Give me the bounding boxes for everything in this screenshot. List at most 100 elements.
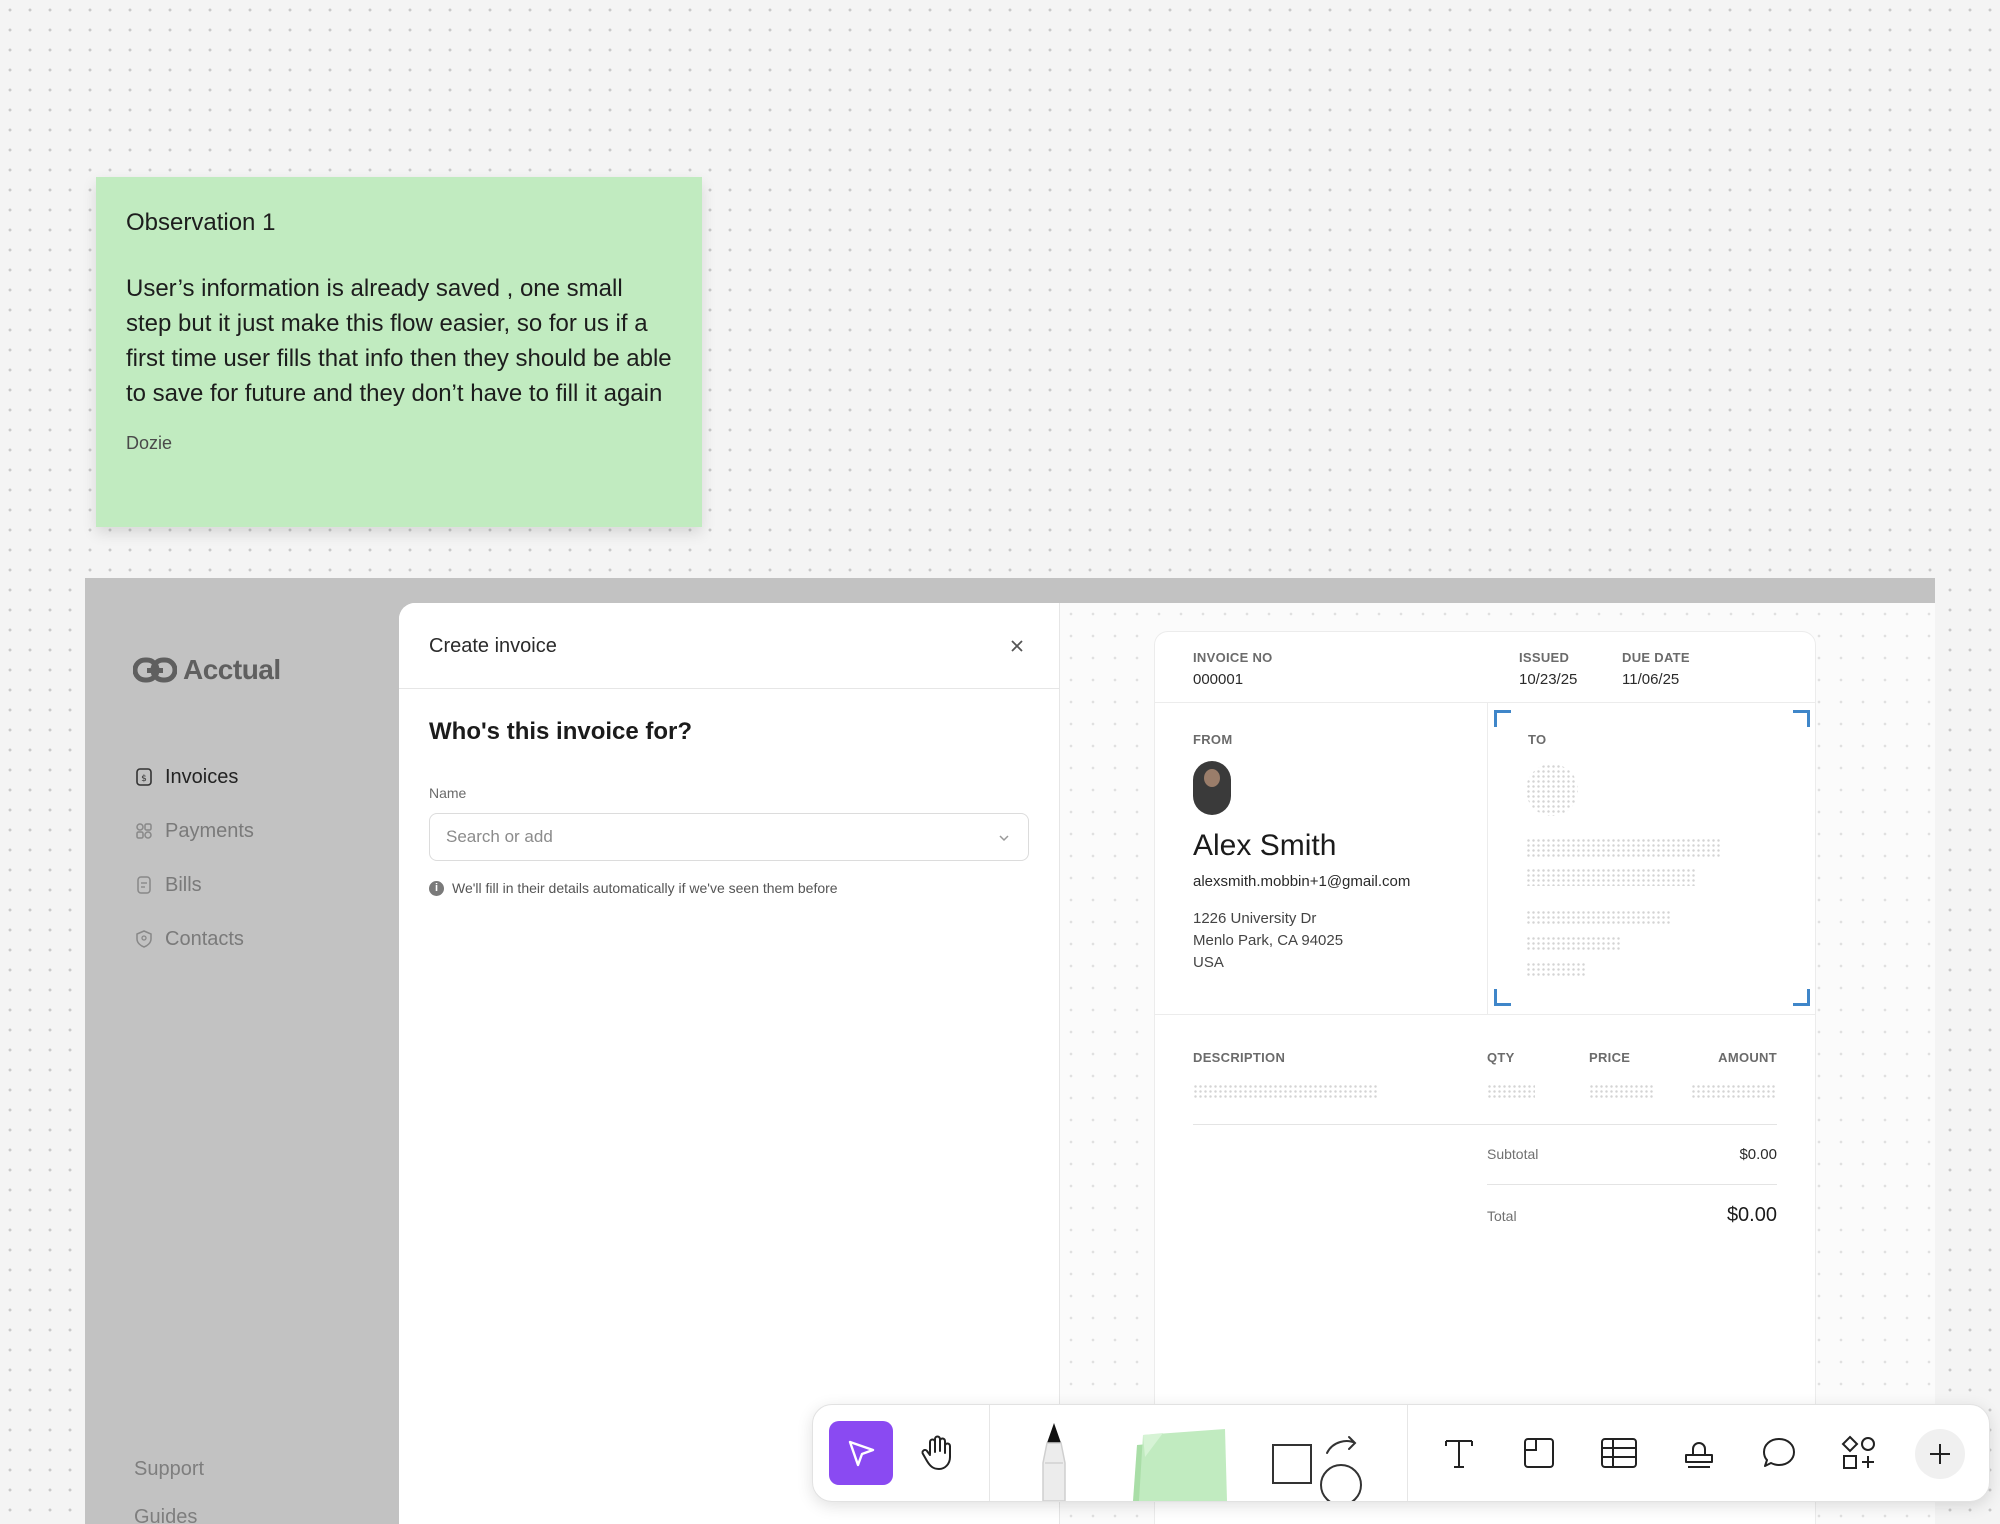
info-icon: i [429, 880, 444, 896]
total-label: Total [1487, 1208, 1517, 1224]
placeholder-line [1526, 910, 1670, 926]
placeholder-line [1526, 936, 1622, 952]
column-header-description: DESCRIPTION [1193, 1050, 1286, 1065]
sidebar-item-label: Contacts [165, 927, 244, 950]
due-value: 11/06/25 [1622, 671, 1680, 688]
create-invoice-modal: Create invoice Who's this invoice for? N… [399, 603, 1935, 1524]
due-date: DUE DATE 11/06/25 [1622, 650, 1690, 688]
form-question: Who's this invoice for? [429, 718, 693, 745]
to-block[interactable]: TO [1487, 702, 1816, 1014]
select-tool[interactable] [829, 1421, 893, 1485]
issued-value: 10/23/25 [1519, 671, 1578, 688]
invoice-preview-pane: INVOICE NO 000001 ISSUED 10/23/25 DUE DA… [1060, 603, 1935, 1524]
modal-title: Create invoice [429, 635, 557, 657]
invoice-number: INVOICE NO 000001 [1193, 650, 1273, 688]
close-icon[interactable] [1009, 637, 1025, 653]
invoice-document: INVOICE NO 000001 ISSUED 10/23/25 DUE DA… [1154, 631, 1816, 1524]
selection-corner [1494, 989, 1511, 1006]
due-label: DUE DATE [1622, 650, 1690, 665]
marker-icon [1042, 1423, 1066, 1501]
subtotal-value: $0.00 [1739, 1146, 1777, 1163]
name-search-input[interactable]: Search or add [429, 813, 1029, 861]
widgets-tool[interactable] [1827, 1421, 1891, 1485]
to-label: TO [1528, 732, 1547, 747]
sidebar-item-contacts[interactable]: Contacts [135, 912, 254, 966]
sticky-title: Observation 1 [126, 209, 276, 236]
from-address: 1226 University Dr Menlo Park, CA 94025 … [1193, 908, 1410, 974]
pen-tool[interactable] [1019, 1419, 1089, 1501]
selection-corner [1494, 710, 1511, 727]
sticky-note-icon [1133, 1429, 1227, 1501]
sidebar-item-bills[interactable]: Bills [135, 858, 254, 912]
autofill-hint: i We'll fill in their details automatica… [429, 880, 838, 896]
sidebar-support-link[interactable]: Support [134, 1458, 204, 1481]
widgets-icon [1841, 1435, 1875, 1469]
sidebar-item-payments[interactable]: Payments [135, 804, 254, 858]
name-placeholder: Search or add [446, 827, 553, 846]
plus-icon [1930, 1444, 1950, 1464]
placeholder-line [1487, 1084, 1535, 1100]
chevron-down-icon [998, 827, 1010, 847]
from-name: Alex Smith [1193, 829, 1337, 862]
issued-date: ISSUED 10/23/25 [1519, 650, 1577, 688]
total-value: $0.00 [1726, 1204, 1777, 1226]
bills-icon [135, 876, 153, 894]
address-line: 1226 University Dr [1193, 910, 1317, 927]
placeholder-line [1193, 1084, 1377, 1100]
payments-icon [135, 822, 153, 840]
text-tool[interactable] [1427, 1421, 1491, 1485]
hand-icon [921, 1435, 951, 1470]
selection-corner [1793, 989, 1810, 1006]
hint-text: We'll fill in their details automaticall… [452, 880, 838, 896]
sticky-note[interactable]: Observation 1 User’s information is alre… [96, 177, 702, 527]
selection-corner [1793, 710, 1810, 727]
sidebar-item-invoices[interactable]: $ Invoices [135, 750, 254, 804]
name-label: Name [429, 785, 467, 801]
invoice-meta: INVOICE NO 000001 ISSUED 10/23/25 DUE DA… [1155, 632, 1815, 703]
modal-header: Create invoice [399, 603, 1059, 689]
sidebar-nav: $ Invoices Payments Bills Contacts [135, 750, 254, 966]
from-email: alexsmith.mobbin+1@gmail.com [1193, 873, 1411, 890]
column-header-qty: QTY [1487, 1050, 1515, 1065]
section-icon [1524, 1438, 1554, 1468]
toolbar-separator [989, 1405, 990, 1501]
comment-tool[interactable] [1747, 1421, 1811, 1485]
from-label: FROM [1193, 732, 1233, 747]
table-icon [1601, 1438, 1637, 1468]
sticky-author: Dozie [126, 433, 173, 453]
avatar [1193, 761, 1231, 815]
cursor-icon [848, 1440, 875, 1467]
placeholder-avatar [1526, 764, 1578, 816]
table-tool[interactable] [1587, 1421, 1651, 1485]
invoice-number-label: INVOICE NO [1193, 650, 1273, 665]
hand-tool[interactable] [905, 1421, 969, 1485]
column-header-amount: AMOUNT [1718, 1050, 1777, 1065]
app-screenshot[interactable]: Acctual $ Invoices Payments Bills Contac… [85, 578, 1935, 1524]
invoice-icon: $ [135, 768, 153, 786]
shape-tool[interactable] [1267, 1431, 1367, 1501]
placeholder-line [1526, 962, 1586, 978]
sticky-note-tool[interactable] [1123, 1423, 1233, 1501]
divider [1487, 1184, 1777, 1185]
invoice-number-value: 000001 [1193, 671, 1244, 688]
issued-label: ISSUED [1519, 650, 1570, 665]
sidebar-guides-link[interactable]: Guides [134, 1506, 197, 1524]
invoice-form-pane: Create invoice Who's this invoice for? N… [399, 603, 1060, 1524]
stamp-icon [1685, 1442, 1713, 1468]
address-line: USA [1193, 954, 1224, 971]
placeholder-line [1589, 1084, 1655, 1100]
divider [1193, 1124, 1777, 1125]
shapes-icon [1272, 1436, 1362, 1501]
text-icon [1445, 1440, 1473, 1468]
placeholder-line [1526, 868, 1696, 886]
app-logo: Acctual [133, 654, 281, 686]
logo-mark-icon [133, 657, 177, 683]
placeholder-line [1526, 838, 1722, 858]
svg-text:$: $ [141, 774, 147, 784]
address-line: Menlo Park, CA 94025 [1193, 932, 1344, 949]
stamp-tool[interactable] [1667, 1421, 1731, 1485]
section-tool[interactable] [1507, 1421, 1571, 1485]
add-tool[interactable] [1915, 1429, 1965, 1479]
logo-text: Acctual [183, 654, 281, 685]
contacts-icon [135, 930, 153, 948]
